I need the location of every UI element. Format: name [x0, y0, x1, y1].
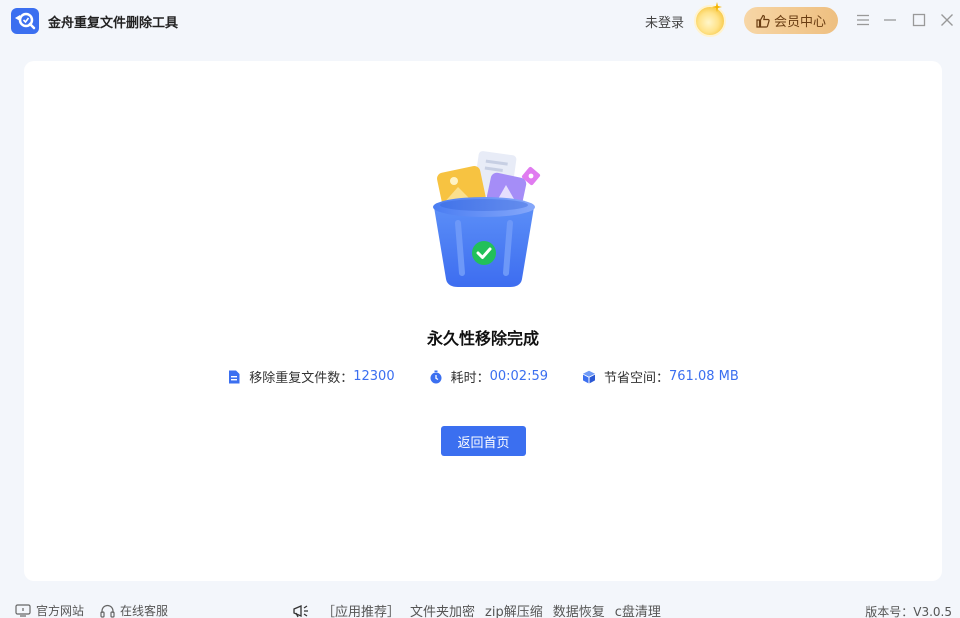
recommend-link-c-drive-clean[interactable]: c盘清理 [615, 601, 661, 618]
stat-removed-files: 移除重复文件数： 12300 [227, 367, 395, 386]
minimize-icon [884, 19, 896, 21]
vip-center-label: 会员中心 [773, 15, 826, 30]
maximize-button[interactable] [909, 10, 929, 30]
trash-bin-illustration-icon [433, 151, 541, 287]
minimize-button[interactable] [880, 10, 900, 30]
recommend-label: ［应用推荐］ [322, 605, 401, 618]
official-website-link[interactable]: 官方网站 [15, 602, 84, 618]
thumbs-up-icon [756, 14, 770, 28]
recommend-link-folder-encrypt[interactable]: 文件夹加密 [410, 601, 475, 618]
title-bar: 金舟重复文件删除工具 未登录 会员中心 [0, 0, 960, 40]
recommend-link-data-recovery[interactable]: 数据恢复 [553, 601, 605, 618]
stat-label: 节省空间： [604, 371, 670, 386]
login-status-link[interactable]: 未登录 [645, 12, 684, 31]
footer: 官方网站 在线客服 ［应用推荐］ 文件夹加密 zip解压缩 数据恢复 c盘清理 … [0, 598, 960, 618]
stat-label: 移除重复文件数： [249, 371, 354, 386]
menu-button[interactable] [853, 10, 873, 30]
document-icon [229, 370, 240, 383]
close-icon [941, 14, 953, 26]
vip-center-button[interactable]: 会员中心 [744, 7, 838, 34]
online-support-link[interactable]: 在线客服 [100, 602, 168, 618]
stat-value: 761.08 MB [669, 369, 739, 384]
stat-elapsed-time: 耗时： 00:02:59 [429, 367, 548, 386]
cube-icon [583, 370, 595, 383]
stat-value: 12300 [353, 369, 395, 384]
app-title: 金舟重复文件删除工具 [48, 16, 179, 31]
sparkle-icon [712, 2, 722, 12]
menu-icon [857, 14, 869, 26]
result-stats: 移除重复文件数： 12300 耗时： 00:02:59 节省空间： 761.08… [24, 367, 942, 386]
megaphone-icon [293, 604, 308, 617]
completion-title: 永久性移除完成 [426, 329, 539, 348]
result-card: 永久性移除完成 移除重复文件数： 12300 耗时： 00:02:59 节省空间… [24, 61, 942, 581]
online-support-label: 在线客服 [120, 604, 169, 618]
app-logo-icon [11, 8, 39, 34]
stat-saved-space: 节省空间： 761.08 MB [582, 367, 739, 386]
monitor-icon [15, 604, 31, 617]
stat-label: 耗时： [450, 371, 490, 386]
official-website-label: 官方网站 [36, 604, 85, 618]
return-home-button[interactable]: 返回首页 [441, 426, 526, 456]
stat-value: 00:02:59 [489, 369, 548, 384]
version-label: 版本号：V3.0.5 [865, 605, 952, 618]
close-button[interactable] [937, 10, 957, 30]
stopwatch-icon [430, 370, 442, 383]
recommend-link-zip[interactable]: zip解压缩 [485, 601, 543, 618]
maximize-icon [912, 13, 926, 27]
app-recommendations: ［应用推荐］ 文件夹加密 zip解压缩 数据恢复 c盘清理 [292, 601, 661, 618]
headset-icon [100, 604, 115, 618]
